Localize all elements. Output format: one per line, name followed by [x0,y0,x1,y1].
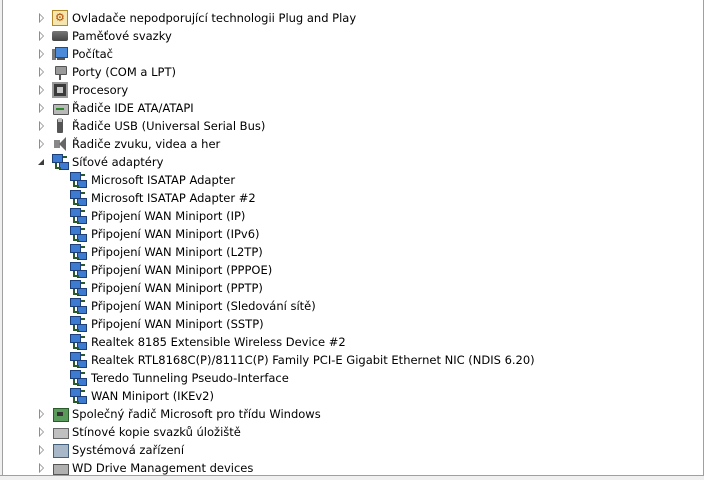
expand-arrow-icon[interactable] [39,67,47,77]
network-adapter-icon [70,352,87,368]
memory-volume-icon [52,31,68,41]
tree-category-shadow-copies[interactable]: Stínové kopie svazků úložiště [0,423,704,441]
tree-device-item[interactable]: Připojení WAN Miniport (IPv6) [0,225,704,243]
port-icon [52,64,68,80]
category-label: Systémová zařízení [72,443,185,457]
category-label: Řadiče USB (Universal Serial Bus) [72,119,266,133]
tree-device-item[interactable]: Teredo Tunneling Pseudo-Interface [0,369,704,387]
network-adapter-icon [70,280,87,296]
network-adapter-icon [70,334,87,350]
tree-device-item[interactable]: Připojení WAN Miniport (PPPOE) [0,261,704,279]
tree-category-non-pnp-drivers[interactable]: Ovladače nepodporující technologii Plug … [0,9,704,27]
expand-arrow-icon[interactable] [39,103,47,113]
category-label: Řadiče zvuku, videa a her [72,137,221,151]
window-bottom-border [0,475,704,480]
device-label: Připojení WAN Miniport (L2TP) [91,245,263,259]
tree-device-item[interactable]: Připojení WAN Miniport (Sledování sítě) [0,297,704,315]
network-adapter-icon [70,190,87,206]
network-adapter-icon [70,226,87,242]
category-label: Síťové adaptéry [72,155,164,169]
network-adapter-icon [70,370,87,386]
tree-device-item[interactable]: WAN Miniport (IKEv2) [0,387,704,405]
network-adapter-icon [52,154,69,170]
network-adapter-icon [70,172,87,188]
tree-device-item[interactable]: Připojení WAN Miniport (SSTP) [0,315,704,333]
device-manager-tree: Ovladače nepodporující technologii Plug … [0,9,704,477]
collapse-arrow-icon[interactable] [38,158,46,166]
tree-category-memory-volumes[interactable]: Paměťové svazky [0,27,704,45]
tree-category-ports[interactable]: Porty (COM a LPT) [0,63,704,81]
network-adapter-icon [70,208,87,224]
device-label: Připojení WAN Miniport (PPTP) [91,281,263,295]
expand-arrow-icon[interactable] [39,445,47,455]
network-adapter-icon [70,244,87,260]
network-adapter-icon [70,316,87,332]
tree-category-ide-controllers[interactable]: Řadiče IDE ATA/ATAPI [0,99,704,117]
device-label: Teredo Tunneling Pseudo-Interface [91,371,289,385]
expand-arrow-icon[interactable] [39,121,47,131]
expand-arrow-icon[interactable] [39,409,47,419]
speaker-icon [52,136,68,152]
network-adapter-icon [70,262,87,278]
ide-controller-icon [52,100,69,116]
computer-icon [52,46,68,62]
tree-device-item[interactable]: Připojení WAN Miniport (L2TP) [0,243,704,261]
shadow-copy-icon [52,424,69,440]
bus-controller-icon [52,406,69,422]
device-label: Microsoft ISATAP Adapter [91,173,236,187]
tree-device-item[interactable]: Realtek RTL8168C(P)/8111C(P) Family PCI-… [0,351,704,369]
category-label: Řadiče IDE ATA/ATAPI [72,101,194,115]
device-label: Realtek 8185 Extensible Wireless Device … [91,335,346,349]
tree-category-system-devices[interactable]: Systémová zařízení [0,441,704,459]
tree-device-item[interactable]: Microsoft ISATAP Adapter #2 [0,189,704,207]
category-label: Společný řadič Microsoft pro třídu Windo… [72,407,321,421]
tree-device-item[interactable]: Realtek 8185 Extensible Wireless Device … [0,333,704,351]
category-label: Porty (COM a LPT) [72,65,176,79]
device-label: Realtek RTL8168C(P)/8111C(P) Family PCI-… [91,353,535,367]
expand-arrow-icon[interactable] [39,139,47,149]
device-label: Připojení WAN Miniport (SSTP) [91,317,264,331]
expand-arrow-icon[interactable] [39,31,47,41]
device-label: WAN Miniport (IKEv2) [91,389,214,403]
category-label: Ovladače nepodporující technologii Plug … [72,11,357,25]
device-label: Připojení WAN Miniport (IPv6) [91,227,260,241]
system-device-icon [52,442,69,458]
category-label: Stínové kopie svazků úložiště [72,425,241,439]
tree-device-item[interactable]: Připojení WAN Miniport (IP) [0,207,704,225]
plug-and-play-icon [52,9,68,27]
tree-category-processors[interactable]: Procesory [0,81,704,99]
device-label: Microsoft ISATAP Adapter #2 [91,191,256,205]
tree-category-computer[interactable]: Počítač [0,45,704,63]
device-label: Připojení WAN Miniport (IP) [91,209,246,223]
tree-category-sound-video[interactable]: Řadiče zvuku, videa a her [0,135,704,153]
expand-arrow-icon[interactable] [39,85,47,95]
network-adapter-icon [70,388,87,404]
processor-icon [52,82,68,98]
tree-device-item[interactable]: Připojení WAN Miniport (PPTP) [0,279,704,297]
category-label: Procesory [72,83,129,97]
device-label: Připojení WAN Miniport (PPPOE) [91,263,273,277]
category-label: Paměťové svazky [72,29,172,43]
expand-arrow-icon[interactable] [39,49,47,59]
tree-category-microsoft-class-controller[interactable]: Společný řadič Microsoft pro třídu Windo… [0,405,704,423]
expand-arrow-icon[interactable] [39,427,47,437]
wd-drive-icon [52,460,69,476]
expand-arrow-icon[interactable] [39,13,47,23]
network-adapter-icon [70,298,87,314]
tree-category-network-adapters[interactable]: Síťové adaptéry [0,153,704,171]
category-label: Počítač [72,47,113,61]
usb-icon [52,118,68,134]
tree-category-usb-controllers[interactable]: Řadiče USB (Universal Serial Bus) [0,117,704,135]
expand-arrow-icon[interactable] [39,463,47,473]
tree-device-item[interactable]: Microsoft ISATAP Adapter [0,171,704,189]
device-label: Připojení WAN Miniport (Sledování sítě) [91,299,316,313]
